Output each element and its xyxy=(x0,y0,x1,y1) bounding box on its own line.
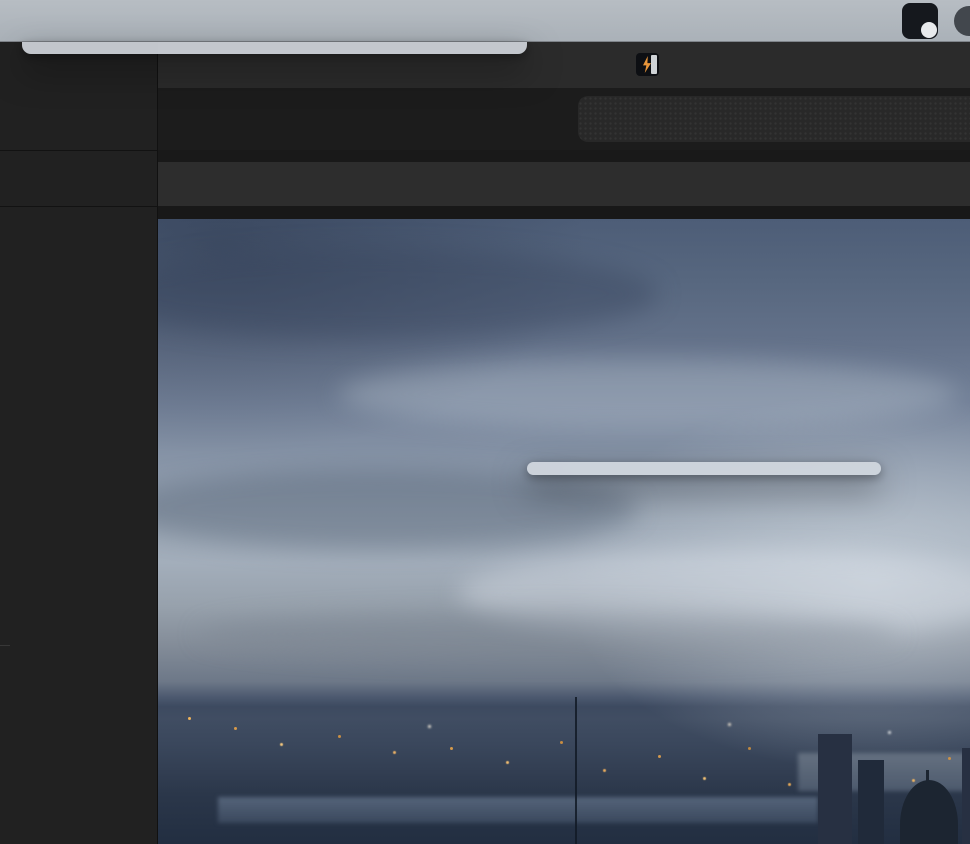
adjustments-menu xyxy=(22,42,527,54)
menubar-status-circle-icon[interactable] xyxy=(954,6,970,36)
menubar-status-bx-icon[interactable] xyxy=(902,3,938,39)
photo-viewer-image xyxy=(158,219,970,844)
menubar xyxy=(0,0,970,42)
tool-pill xyxy=(578,96,970,142)
capture-one-app-icon xyxy=(636,53,659,76)
styles-submenu xyxy=(527,462,881,475)
photo-city-lights xyxy=(188,717,191,720)
left-tools-panel xyxy=(0,42,158,844)
screen xyxy=(0,0,970,844)
